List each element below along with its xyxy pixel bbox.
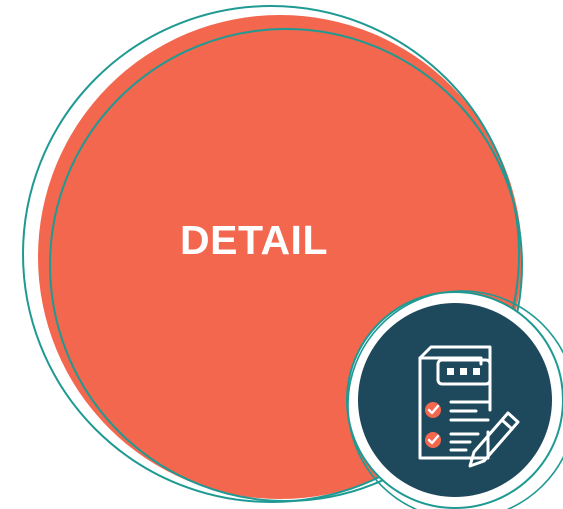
detail-graphic: DETAIL — [0, 0, 563, 509]
badge-circle — [358, 303, 552, 497]
main-circle-label: DETAIL — [179, 217, 328, 263]
